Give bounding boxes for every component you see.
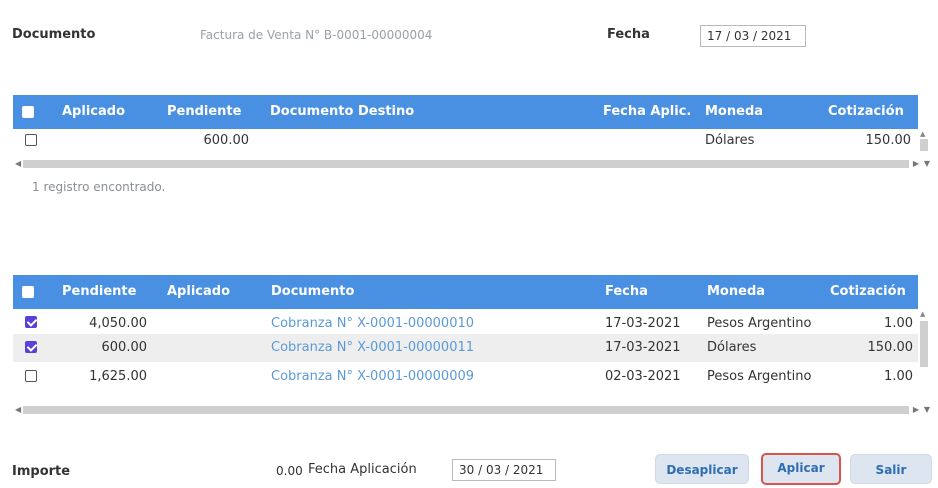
row-checkbox[interactable] [25, 370, 37, 382]
salir-button[interactable]: Salir [850, 454, 932, 484]
grid2-col-documento[interactable]: Documento [271, 275, 354, 309]
fecha-aplicacion-input[interactable]: 30 / 03 / 2021 [452, 459, 556, 481]
fecha-cell: 17-03-2021 [605, 316, 681, 331]
cotizacion-cell: 150.00 [867, 340, 914, 355]
documento-value: Factura de Venta N° B-0001-00000004 [200, 28, 433, 42]
grid2-horizontal-scrollbar[interactable]: ◀ ▶ ▼ [13, 404, 931, 416]
grid1-col-moneda[interactable]: Moneda [705, 95, 763, 129]
record-count: 1 registro encontrado. [32, 180, 166, 194]
table-row[interactable]: 1,625.00 Cobranza N° X-0001-00000009 02-… [13, 362, 918, 392]
scroll-thumb[interactable] [920, 321, 928, 367]
fecha-input[interactable]: 17 / 03 / 2021 [700, 25, 806, 47]
pendiente-cell: 4,050.00 [89, 316, 147, 331]
documento-link[interactable]: Cobranza N° X-0001-00000010 [271, 312, 571, 335]
fecha-label: Fecha [607, 27, 650, 42]
grid1-col-documento-destino[interactable]: Documento Destino [270, 95, 414, 129]
applied-documents-grid: Aplicado Pendiente Documento Destino Fec… [13, 95, 930, 152]
grid2-select-all-checkbox[interactable] [22, 286, 34, 298]
table-row[interactable]: 4,050.00 Cobranza N° X-0001-00000010 17-… [13, 312, 918, 334]
scroll-thumb[interactable] [920, 139, 928, 151]
pending-documents-grid: Pendiente Aplicado Documento Fecha Moned… [13, 275, 930, 392]
scroll-right-icon[interactable]: ▶ [913, 158, 919, 170]
scroll-left-icon[interactable]: ◀ [15, 404, 21, 416]
importe-value: 0.00 [276, 464, 303, 478]
scroll-up-icon[interactable]: ▲ [920, 310, 925, 318]
table-row[interactable]: 600.00 Cobranza N° X-0001-00000011 17-03… [13, 334, 918, 362]
desaplicar-button[interactable]: Desaplicar [655, 454, 749, 484]
importe-label: Importe [12, 464, 71, 479]
grid1-col-pendiente[interactable]: Pendiente [167, 95, 241, 129]
moneda-cell: Dólares [705, 133, 755, 148]
grid2-vertical-scrollbar[interactable]: ▲ [918, 309, 930, 389]
scroll-left-icon[interactable]: ◀ [15, 158, 21, 170]
cotizacion-cell: 150.00 [865, 133, 912, 148]
cotizacion-cell: 1.00 [884, 316, 913, 331]
grid2-col-fecha[interactable]: Fecha [605, 275, 648, 309]
grid2-col-aplicado[interactable]: Aplicado [167, 275, 230, 309]
scroll-up-icon[interactable]: ▲ [920, 130, 925, 138]
pendiente-cell: 1,625.00 [89, 369, 147, 384]
grid1-col-aplicado[interactable]: Aplicado [62, 95, 125, 129]
scroll-thumb[interactable] [23, 160, 909, 168]
scroll-right-icon[interactable]: ▶ [913, 404, 919, 416]
documento-label: Documento [12, 27, 96, 42]
row-checkbox[interactable] [25, 316, 37, 328]
moneda-cell: Pesos Argentinos [707, 316, 811, 331]
moneda-cell: Dólares [707, 340, 757, 355]
grid1-col-cotizacion[interactable]: Cotización [828, 95, 904, 129]
fecha-cell: 02-03-2021 [605, 369, 681, 384]
pendiente-cell: 600.00 [101, 340, 148, 355]
documento-link[interactable]: Cobranza N° X-0001-00000011 [271, 334, 571, 362]
grid2-col-pendiente[interactable]: Pendiente [62, 275, 136, 309]
row-checkbox[interactable] [25, 134, 37, 146]
grid1-vertical-scrollbar[interactable]: ▲ [918, 129, 930, 152]
fecha-cell: 17-03-2021 [605, 340, 681, 355]
table-row[interactable]: 600.00 Dólares 150.00 [13, 129, 918, 152]
moneda-cell: Pesos Argentinos [707, 369, 811, 384]
grid1-select-all-checkbox[interactable] [22, 106, 34, 118]
grid1-col-fecha-aplic[interactable]: Fecha Aplic. [603, 95, 691, 129]
grid2-col-moneda[interactable]: Moneda [707, 275, 765, 309]
grid1-horizontal-scrollbar[interactable]: ◀ ▶ ▼ [13, 158, 931, 170]
fecha-aplicacion-label: Fecha Aplicación [308, 462, 417, 477]
grid2-header: Pendiente Aplicado Documento Fecha Moned… [13, 275, 918, 309]
row-checkbox[interactable] [25, 341, 37, 353]
grid2-col-cotizacion[interactable]: Cotización [830, 275, 906, 309]
grid1-header: Aplicado Pendiente Documento Destino Fec… [13, 95, 918, 129]
aplicar-button[interactable]: Aplicar [761, 453, 841, 485]
scroll-down-icon[interactable]: ▼ [924, 404, 930, 416]
pendiente-cell: 600.00 [203, 133, 250, 148]
scroll-down-icon[interactable]: ▼ [924, 158, 930, 170]
documento-link[interactable]: Cobranza N° X-0001-00000009 [271, 362, 571, 392]
cotizacion-cell: 1.00 [884, 369, 913, 384]
scroll-thumb[interactable] [23, 406, 909, 414]
